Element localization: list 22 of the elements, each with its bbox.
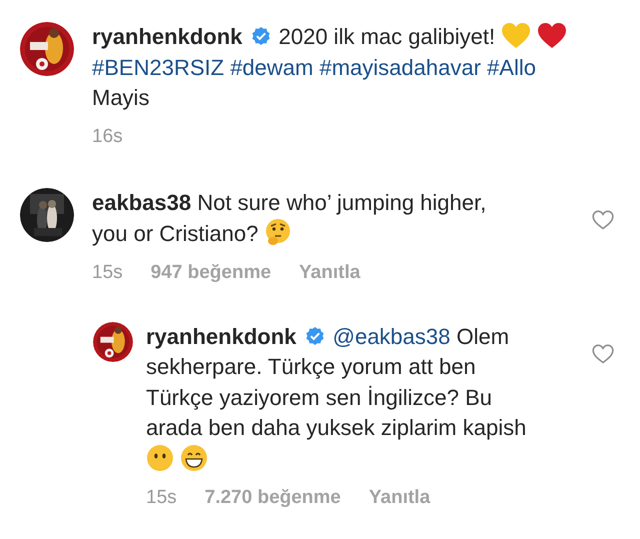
grinning-face-emoji-icon xyxy=(180,444,208,472)
like-heart-icon[interactable] xyxy=(592,210,614,230)
timestamp: 15s xyxy=(146,487,177,509)
hashtag-link[interactable]: #dewam xyxy=(230,54,314,80)
mention-link[interactable]: @eakbas38 xyxy=(332,324,450,348)
neutral-face-emoji-icon xyxy=(146,444,174,472)
hashtag-link[interactable]: #mayisadahavar xyxy=(319,54,481,80)
username[interactable]: eakbas38 xyxy=(92,190,192,214)
hashtag-link[interactable]: #BEN23RSIZ xyxy=(92,54,224,80)
like-heart-icon[interactable] xyxy=(592,344,614,364)
caption-text: you or Cristiano? xyxy=(92,221,258,246)
hashtag-link[interactable]: #Allo xyxy=(487,54,536,80)
caption-text: Olem xyxy=(456,324,510,348)
timestamp: 15s xyxy=(92,262,123,284)
timestamp: 16s xyxy=(92,126,123,148)
caption-text: sekherpare. Türkçe yorum att ben Türkçe yaziyorem sen İngilizce? Bu arada ben daha yuksek ziplarim kapish xyxy=(146,354,526,440)
username[interactable]: ryanhenkdonk xyxy=(146,324,296,348)
caption-text: 2020 ilk mac galibiyet! xyxy=(278,24,496,49)
caption-text: Not sure who’ jumping higher, xyxy=(197,190,486,214)
username[interactable]: ryanhenkdonk xyxy=(92,24,242,49)
thinking-emoji-icon xyxy=(264,218,292,246)
caption-text: Mayis xyxy=(92,85,150,110)
